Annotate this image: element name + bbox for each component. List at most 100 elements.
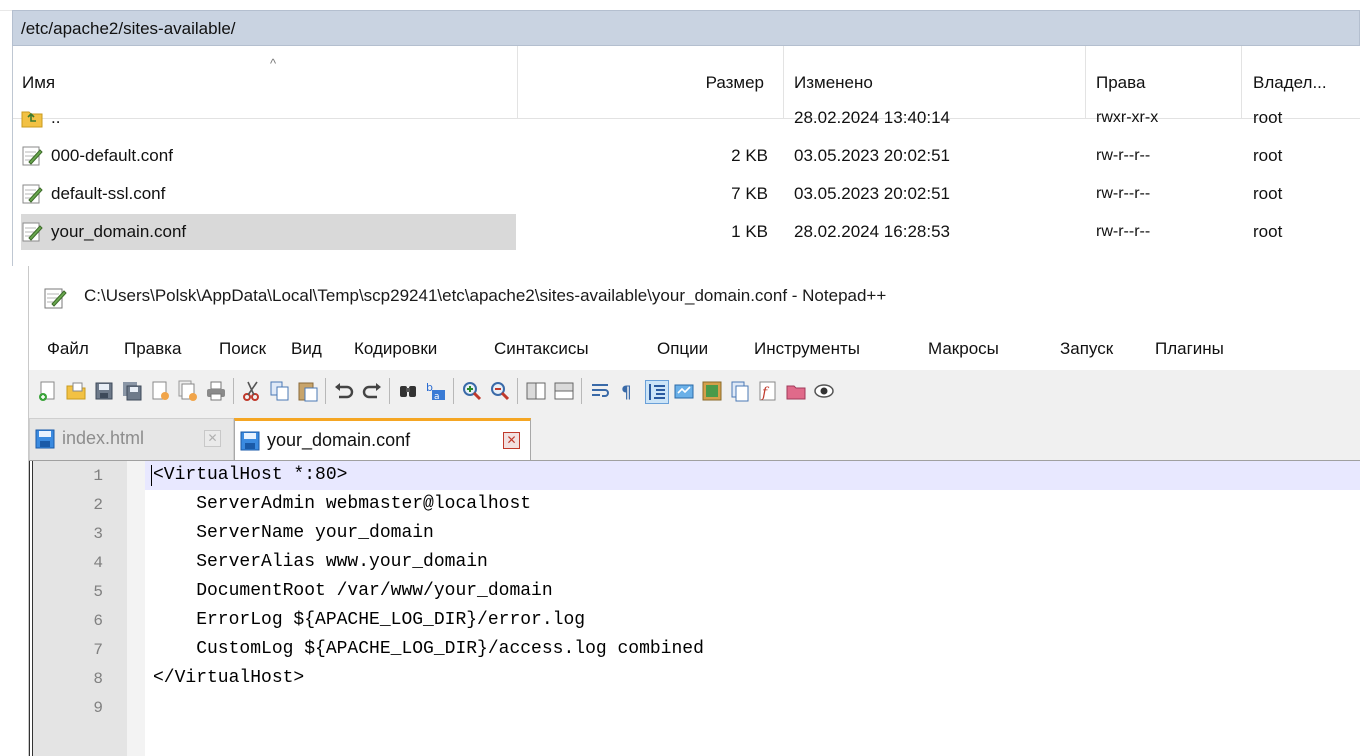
file-owner: root	[1253, 146, 1283, 165]
line-number: 8	[93, 670, 103, 688]
undo-icon[interactable]	[333, 380, 355, 402]
current-path: /etc/apache2/sites-available/	[21, 19, 236, 38]
close-all-icon[interactable]	[177, 380, 199, 402]
menu-syntax[interactable]: Синтаксисы	[494, 339, 589, 359]
menu-plugins[interactable]: Плагины	[1155, 339, 1224, 359]
file-modified: 03.05.2023 20:02:51	[794, 184, 950, 203]
new-file-icon[interactable]	[37, 380, 59, 402]
file-rights: rwxr-xr-x	[1096, 109, 1159, 126]
svg-text:b: b	[426, 381, 433, 394]
tab-bar: index.html ✕ your_domain.conf ✕	[29, 412, 1360, 461]
menu-bar: Файл Правка Поиск Вид Кодировки Синтакси…	[29, 328, 1360, 370]
menu-file[interactable]: Файл	[47, 339, 89, 359]
file-name: 000-default.conf	[51, 146, 173, 165]
file-row[interactable]: default-ssl.conf 7 KB 03.05.2023 20:02:5…	[13, 175, 1360, 213]
save-all-icon[interactable]	[121, 380, 143, 402]
find-icon[interactable]	[397, 380, 419, 402]
tab-label: index.html	[62, 428, 145, 448]
code-line[interactable]: DocumentRoot /var/www/your_domain	[153, 581, 552, 601]
copy-icon[interactable]	[269, 380, 291, 402]
title-bar[interactable]: C:\Users\Polsk\AppData\Local\Temp\scp292…	[29, 266, 1360, 328]
document-map-icon[interactable]	[701, 380, 723, 402]
tab-your-domain-conf[interactable]: your_domain.conf ✕	[234, 418, 531, 460]
file-name: ..	[51, 108, 61, 127]
show-all-characters-icon[interactable]: ¶	[617, 380, 639, 402]
monitoring-icon[interactable]	[813, 380, 835, 402]
file-row-selected[interactable]: your_domain.conf 1 KB 28.02.2024 16:28:5…	[13, 213, 1360, 251]
line-number: 4	[93, 554, 103, 572]
close-file-icon[interactable]	[149, 380, 171, 402]
code-line[interactable]: ServerName your_domain	[153, 523, 434, 543]
svg-text:a: a	[434, 392, 440, 402]
line-number: 5	[93, 583, 103, 601]
line-number: 9	[93, 699, 103, 717]
file-size	[518, 99, 768, 137]
print-icon[interactable]	[205, 380, 227, 402]
open-file-icon[interactable]	[65, 380, 87, 402]
text-file-icon	[22, 146, 43, 166]
window-title: C:\Users\Polsk\AppData\Local\Temp\scp292…	[84, 286, 887, 305]
file-name: default-ssl.conf	[51, 184, 166, 203]
code-line[interactable]: CustomLog ${APACHE_LOG_DIR}/access.log c…	[153, 639, 704, 659]
indent-guide-icon[interactable]	[645, 380, 669, 404]
line-number: 2	[93, 496, 103, 514]
menu-settings[interactable]: Опции	[657, 339, 708, 359]
folder-as-workspace-icon[interactable]	[785, 380, 807, 402]
replace-icon[interactable]: ba	[425, 380, 447, 402]
line-number-gutter: 1 2 3 4 5 6 7 8 9	[33, 461, 127, 756]
fold-margin[interactable]	[127, 461, 145, 756]
file-row-parent[interactable]: .. 28.02.2024 13:40:14 rwxr-xr-x root	[13, 99, 1360, 137]
file-size: 7 KB	[731, 184, 768, 203]
paste-icon[interactable]	[297, 380, 319, 402]
redo-icon[interactable]	[361, 380, 383, 402]
sync-vertical-icon[interactable]	[525, 380, 547, 402]
tab-index-html[interactable]: index.html ✕	[29, 418, 234, 460]
code-line[interactable]: </VirtualHost>	[153, 668, 304, 688]
file-owner: root	[1253, 184, 1283, 203]
user-defined-language-icon[interactable]	[673, 380, 695, 402]
code-line[interactable]: ServerAlias www.your_domain	[153, 552, 488, 572]
tab-label: your_domain.conf	[267, 430, 411, 450]
svg-text:¶: ¶	[621, 383, 632, 402]
file-rights: rw-r--r--	[1096, 147, 1151, 164]
function-list-icon[interactable]: f	[757, 380, 779, 402]
save-icon[interactable]	[93, 380, 115, 402]
menu-encoding[interactable]: Кодировки	[354, 339, 437, 359]
path-bar[interactable]: /etc/apache2/sites-available/	[12, 10, 1360, 46]
menu-edit[interactable]: Правка	[124, 339, 181, 359]
notepad-window: C:\Users\Polsk\AppData\Local\Temp\scp292…	[28, 266, 1360, 756]
code-line[interactable]: ErrorLog ${APACHE_LOG_DIR}/error.log	[153, 610, 585, 630]
text-file-icon	[22, 222, 43, 242]
file-modified: 28.02.2024 16:28:53	[794, 222, 950, 241]
menu-macro[interactable]: Макросы	[928, 339, 999, 359]
file-size: 2 KB	[731, 146, 768, 165]
toolbar: ba ¶ f	[29, 370, 1360, 412]
document-list-icon[interactable]	[729, 380, 751, 402]
line-number: 1	[93, 467, 103, 485]
file-name: your_domain.conf	[51, 222, 187, 241]
file-row[interactable]: 000-default.conf 2 KB 03.05.2023 20:02:5…	[13, 137, 1360, 175]
sync-horizontal-icon[interactable]	[553, 380, 575, 402]
saved-file-icon	[240, 431, 260, 451]
word-wrap-icon[interactable]	[589, 380, 611, 402]
menu-view[interactable]: Вид	[291, 339, 322, 359]
line-number: 6	[93, 612, 103, 630]
text-caret	[151, 465, 152, 486]
menu-search[interactable]: Поиск	[219, 339, 266, 359]
menu-run[interactable]: Запуск	[1060, 339, 1113, 359]
notepad-app-icon	[44, 288, 67, 309]
menu-tools[interactable]: Инструменты	[754, 339, 860, 359]
text-file-icon	[22, 184, 43, 204]
file-manager-panel: /etc/apache2/sites-available/ ^ Имя Разм…	[0, 0, 1360, 266]
close-tab-icon[interactable]: ✕	[503, 432, 520, 449]
code-line[interactable]: <VirtualHost *:80>	[153, 465, 347, 485]
saved-file-icon	[35, 429, 55, 449]
line-number: 7	[93, 641, 103, 659]
file-list: ^ Имя Размер Изменено Права Владел... ..…	[13, 46, 1360, 250]
code-line[interactable]: ServerAdmin webmaster@localhost	[153, 494, 531, 514]
code-editor[interactable]: 1 2 3 4 5 6 7 8 9 <VirtualHost *:80> Ser…	[29, 461, 1360, 756]
zoom-out-icon[interactable]	[489, 380, 511, 402]
zoom-in-icon[interactable]	[461, 380, 483, 402]
close-tab-icon[interactable]: ✕	[204, 430, 221, 447]
cut-icon[interactable]	[241, 380, 263, 402]
